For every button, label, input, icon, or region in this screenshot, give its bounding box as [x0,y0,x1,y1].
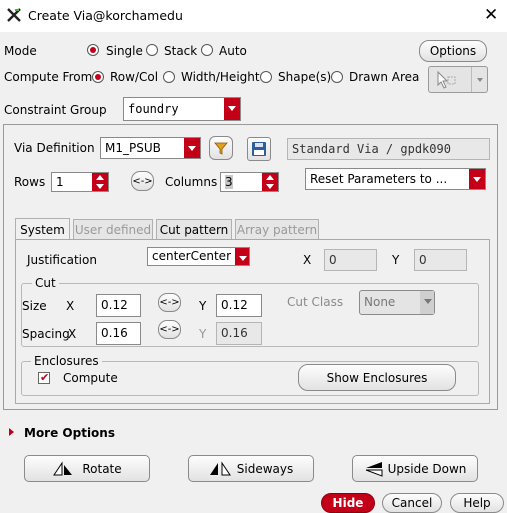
compute-drawn-area-radio[interactable] [331,71,343,83]
justification-x-field: 0 [324,249,377,271]
sideways-label: Sideways [236,461,294,476]
spacing-y-label: Y [199,327,207,341]
mode-single-radio[interactable] [87,44,99,56]
compute-width-height-label: Width/Height [181,70,260,84]
rows-label: Rows [14,175,46,189]
app-logo-icon [6,7,22,23]
compute-drawn-area-label: Drawn Area [349,70,420,84]
pointer-icon [435,70,457,89]
filter-button[interactable] [209,136,233,160]
pointer-select-button[interactable] [428,66,488,93]
swap-size-button[interactable]: <-> [158,293,181,312]
tab-cut-pattern[interactable]: Cut pattern [156,219,232,240]
size-x-label: X [66,299,75,313]
mode-auto-radio[interactable] [201,44,213,56]
columns-spinner[interactable]: 3 [220,172,279,192]
justification-value: centerCenter [152,249,231,263]
chevron-down-icon [184,138,200,158]
window-title: Create Via@korchamedu [28,8,183,23]
swap-spacing-button[interactable]: <-> [158,320,181,339]
enclosures-group-title: Enclosures [31,354,102,368]
compute-shapes-label: Shape(s) [278,70,332,84]
tab-user-defined[interactable]: User defined [73,219,153,240]
compute-shapes-radio[interactable] [260,71,272,83]
justification-label: Justification [27,253,97,267]
spacing-x-field[interactable]: 0.16 [96,322,141,345]
tab-array-pattern[interactable]: Array pattern [235,219,319,240]
size-y-label: Y [199,299,207,313]
sideways-button[interactable]: Sideways [188,455,314,482]
options-button[interactable]: Options [419,40,487,62]
rotate-button[interactable]: Rotate [24,455,150,482]
reset-parameters-value: Reset Parameters to ... [310,172,448,186]
compute-from-label: Compute From [4,70,93,84]
filter-icon [214,142,228,155]
swap-rows-columns-button[interactable]: <-> [131,171,154,191]
mode-stack-radio[interactable] [146,44,158,56]
reset-parameters-select[interactable]: Reset Parameters to ... [305,168,486,190]
via-definition-select[interactable]: M1_PSUB [100,137,201,159]
tab-system[interactable]: System [15,218,70,240]
chevron-down-icon [469,169,485,189]
columns-label: Columns [165,175,218,189]
compute-rowcol-radio[interactable] [92,71,104,83]
chevron-down-icon [235,248,249,265]
rows-spinner[interactable]: 1 [51,172,109,192]
expand-arrow-icon[interactable] [9,428,14,436]
spacing-x-label: X [68,327,77,341]
mode-auto-label: Auto [219,44,247,58]
chevron-down-icon [420,291,434,314]
stepper-arrows-icon[interactable] [92,173,108,191]
justification-y-label: Y [392,253,400,267]
upside-down-button[interactable]: Upside Down [352,455,478,482]
constraint-group-value: foundry [128,102,179,116]
save-button[interactable] [247,137,271,161]
stepper-arrows-icon[interactable] [262,173,278,191]
compute-rowcol-label: Row/Col [110,70,159,84]
via-definition-value: M1_PSUB [105,141,161,155]
mode-stack-label: Stack [164,44,198,58]
rows-value: 1 [56,175,64,189]
via-description-field: Standard Via / gpdk090 [287,138,490,160]
spacing-y-field: 0.16 [216,322,262,345]
hide-button[interactable]: Hide [321,493,375,513]
cut-class-label: Cut Class [287,295,344,309]
compute-width-height-radio[interactable] [163,71,175,83]
close-icon[interactable]: ✕ [484,5,498,25]
more-options-label[interactable]: More Options [24,426,115,440]
cut-class-select[interactable]: None [359,290,435,315]
cut-class-value: None [364,295,396,309]
constraint-group-label: Constraint Group [4,103,107,117]
via-definition-label: Via Definition [14,141,95,155]
mode-single-label: Single [106,44,143,58]
size-x-field[interactable]: 0.12 [96,294,141,317]
justification-y-field: 0 [414,249,467,271]
mode-label: Mode [4,44,37,58]
chevron-down-icon [224,98,240,120]
save-icon [252,142,266,156]
upside-down-label: Upside Down [387,461,467,476]
constraint-group-select[interactable]: foundry [123,97,241,121]
pointer-dropdown-arrow-icon[interactable] [471,67,487,92]
sideways-icon [209,460,231,475]
justification-select[interactable]: centerCenter [147,247,250,266]
rotate-label: Rotate [82,461,122,476]
show-enclosures-button[interactable]: Show Enclosures [298,364,456,391]
justification-x-label: X [303,253,312,267]
help-button[interactable]: Help [450,493,504,513]
compute-enclosures-label: Compute [63,371,118,385]
compute-enclosures-checkbox[interactable] [38,371,50,384]
rotate-icon [53,460,73,475]
spacing-label: Spacing [22,327,70,341]
columns-value: 3 [225,175,233,189]
size-label: Size [22,299,47,313]
cut-group-title: Cut [32,276,59,290]
size-y-field[interactable]: 0.12 [216,294,262,317]
upside-down-icon [365,461,383,477]
cancel-button[interactable]: Cancel [382,493,442,513]
